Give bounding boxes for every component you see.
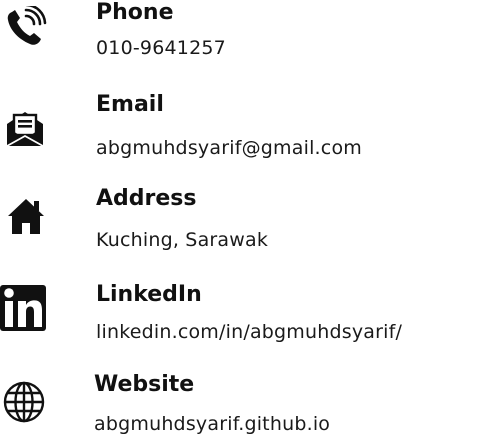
phone-ringing-icon [7,6,47,45]
linkedin-icon [0,285,46,331]
email-value: abgmuhdsyarif@gmail.com [96,137,362,159]
linkedin-value: linkedin.com/in/abgmuhdsyarif/ [96,321,403,343]
address-value: Kuching, Sarawak [96,229,269,251]
website-label: Website [94,372,195,397]
email-label: Email [96,92,164,117]
website-value: abgmuhdsyarif.github.io [94,413,331,435]
globe-icon [3,381,45,423]
phone-value: 010-9641257 [96,37,226,59]
home-icon [8,199,44,234]
linkedin-label: LinkedIn [96,282,202,307]
phone-label: Phone [96,0,174,25]
address-label: Address [96,186,197,211]
envelope-icon [6,112,44,147]
